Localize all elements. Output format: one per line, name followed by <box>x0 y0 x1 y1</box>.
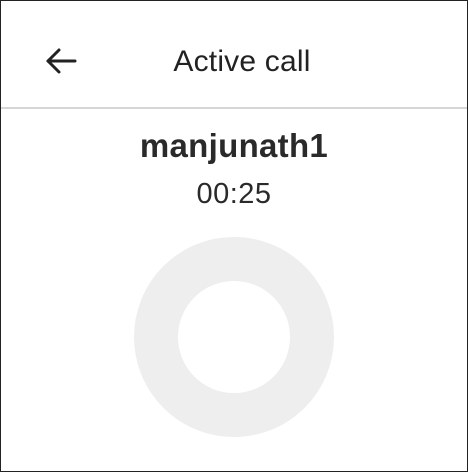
app-bar: Active call <box>1 1 467 109</box>
call-activity-ring-icon <box>134 237 334 437</box>
caller-name: manjunath1 <box>139 127 329 164</box>
call-duration: 00:25 <box>196 178 272 210</box>
page-title: Active call <box>173 45 311 78</box>
screen: Active call manjunath1 00:25 <box>0 0 468 472</box>
activity-ring <box>134 237 334 437</box>
